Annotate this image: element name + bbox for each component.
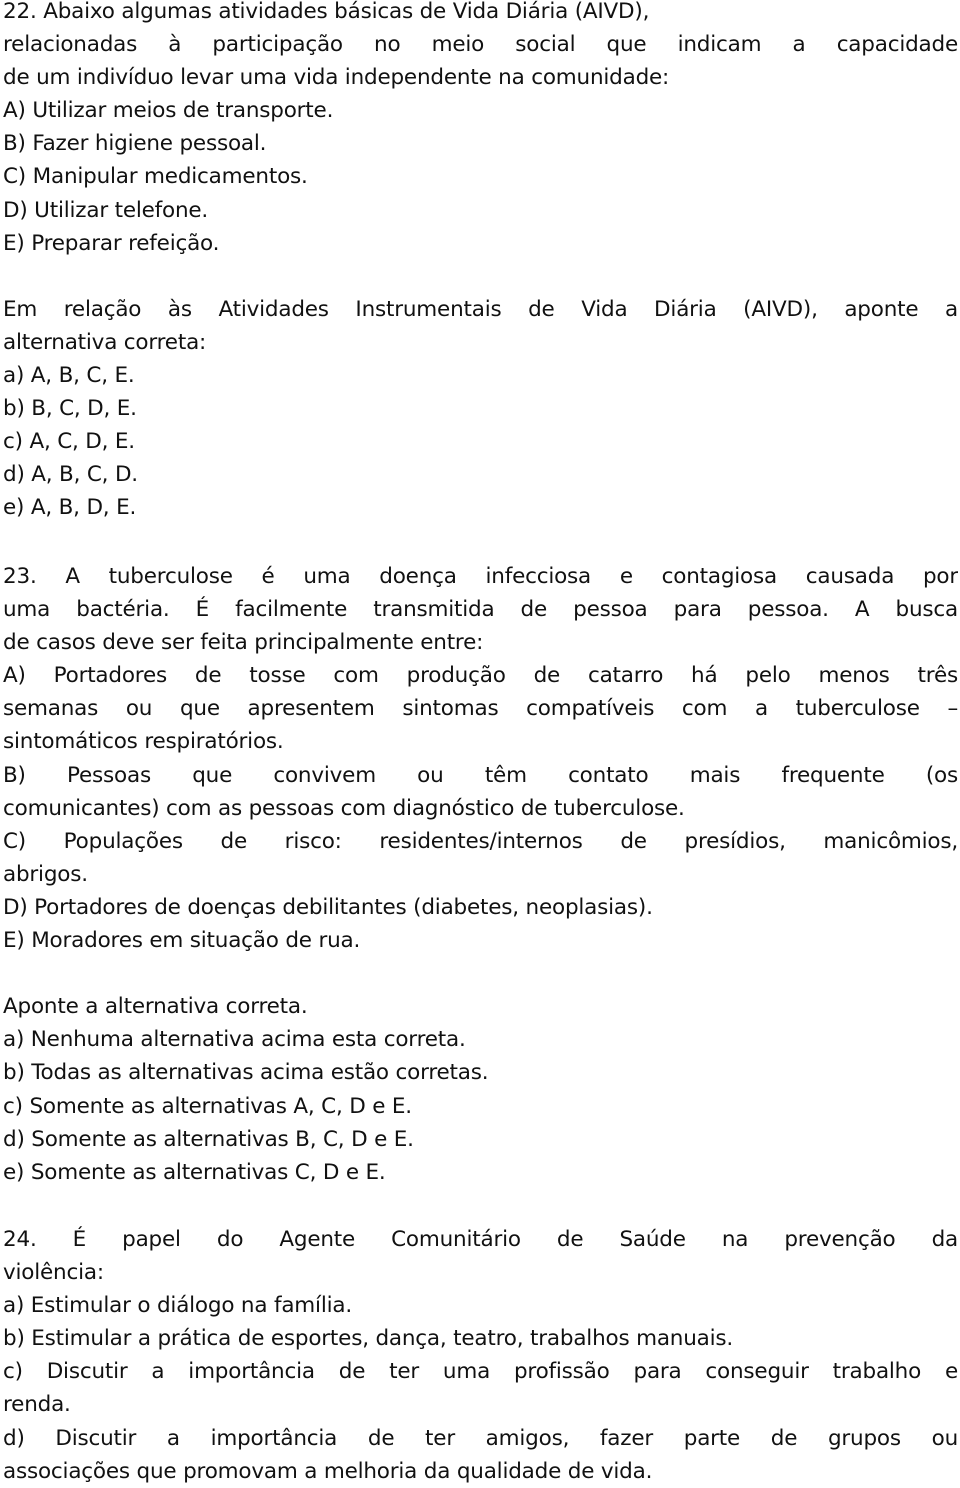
answer-option-d: d) A, B, C, D.	[3, 462, 138, 488]
answer-option-line: a) Estimular o diálogo na família.	[3, 1293, 352, 1319]
case-item-line: abrigos.	[3, 861, 88, 887]
activity-item: C) Manipular medicamentos.	[3, 164, 308, 190]
answer-option-c: c) A, C, D, E.	[3, 429, 135, 455]
answer-option-c: c) Somente as alternativas A, C, D e E.	[3, 1093, 412, 1119]
activity-item: E) Preparar refeição.	[3, 230, 220, 256]
activity-item: A) Utilizar meios de transporte.	[3, 98, 334, 124]
question-stem-line: 22. Abaixo algumas atividades básicas de…	[3, 0, 650, 24]
question-24: 24. É papel do Agente Comunitário de Saú…	[3, 1223, 958, 1488]
question-prompt-line: alternativa correta:	[3, 329, 207, 355]
question-stem-line: de casos deve ser feita principalmente e…	[3, 630, 484, 656]
question-22: 22. Abaixo algumas atividades básicas de…	[3, 0, 958, 525]
activity-item: B) Fazer higiene pessoal.	[3, 131, 267, 157]
answer-option-line: c) Discutir a importância de ter uma pro…	[3, 1359, 958, 1385]
answer-option-e: e) A, B, D, E.	[3, 495, 137, 521]
case-item-line: E) Moradores em situação de rua.	[3, 928, 361, 954]
question-prompt-line: Em relação às Atividades Instrumentais d…	[3, 296, 958, 322]
answer-option-a: a) A, B, C, E.	[3, 363, 135, 389]
answer-option-b: b) B, C, D, E.	[3, 396, 137, 422]
answer-option-line: d) Discutir a importância de ter amigos,…	[3, 1425, 958, 1451]
question-stem-line: violência:	[3, 1260, 104, 1286]
case-item-line: sintomáticos respiratórios.	[3, 729, 284, 755]
question-stem-line: uma bactéria. É facilmente transmitida d…	[3, 597, 958, 623]
answer-option-d: d) Somente as alternativas B, C, D e E.	[3, 1126, 414, 1152]
case-item-line: A) Portadores de tosse com produção de c…	[3, 663, 958, 689]
case-item-line: C) Populações de risco: residentes/inter…	[3, 828, 958, 854]
question-stem-line: 24. É papel do Agente Comunitário de Saú…	[3, 1227, 958, 1252]
question-stem-line: 23. A tuberculose é uma doença infeccios…	[3, 564, 958, 589]
case-item-line: comunicantes) com as pessoas com diagnós…	[3, 795, 685, 821]
answer-option-a: a) Nenhuma alternativa acima esta corret…	[3, 1027, 466, 1053]
question-stem-line: relacionadas à participação no meio soci…	[3, 32, 958, 58]
answer-option-e: e) Somente as alternativas C, D e E.	[3, 1159, 386, 1185]
answer-option-b: b) Todas as alternativas acima estão cor…	[3, 1060, 489, 1086]
answer-option-line: renda.	[3, 1392, 71, 1418]
answer-option-line: b) Estimular a prática de esportes, danç…	[3, 1326, 734, 1352]
question-23: 23. A tuberculose é uma doença infeccios…	[3, 560, 958, 1189]
case-item-line: semanas ou que apresentem sintomas compa…	[3, 696, 958, 722]
question-stem-line: de um indivíduo levar uma vida independe…	[3, 65, 670, 91]
question-prompt: Aponte a alternativa correta.	[3, 994, 308, 1020]
activity-item: D) Utilizar telefone.	[3, 197, 209, 223]
case-item-line: B) Pessoas que convivem ou têm contato m…	[3, 762, 958, 788]
answer-option-line: associações que promovam a melhoria da q…	[3, 1458, 653, 1484]
case-item-line: D) Portadores de doenças debilitantes (d…	[3, 894, 653, 920]
